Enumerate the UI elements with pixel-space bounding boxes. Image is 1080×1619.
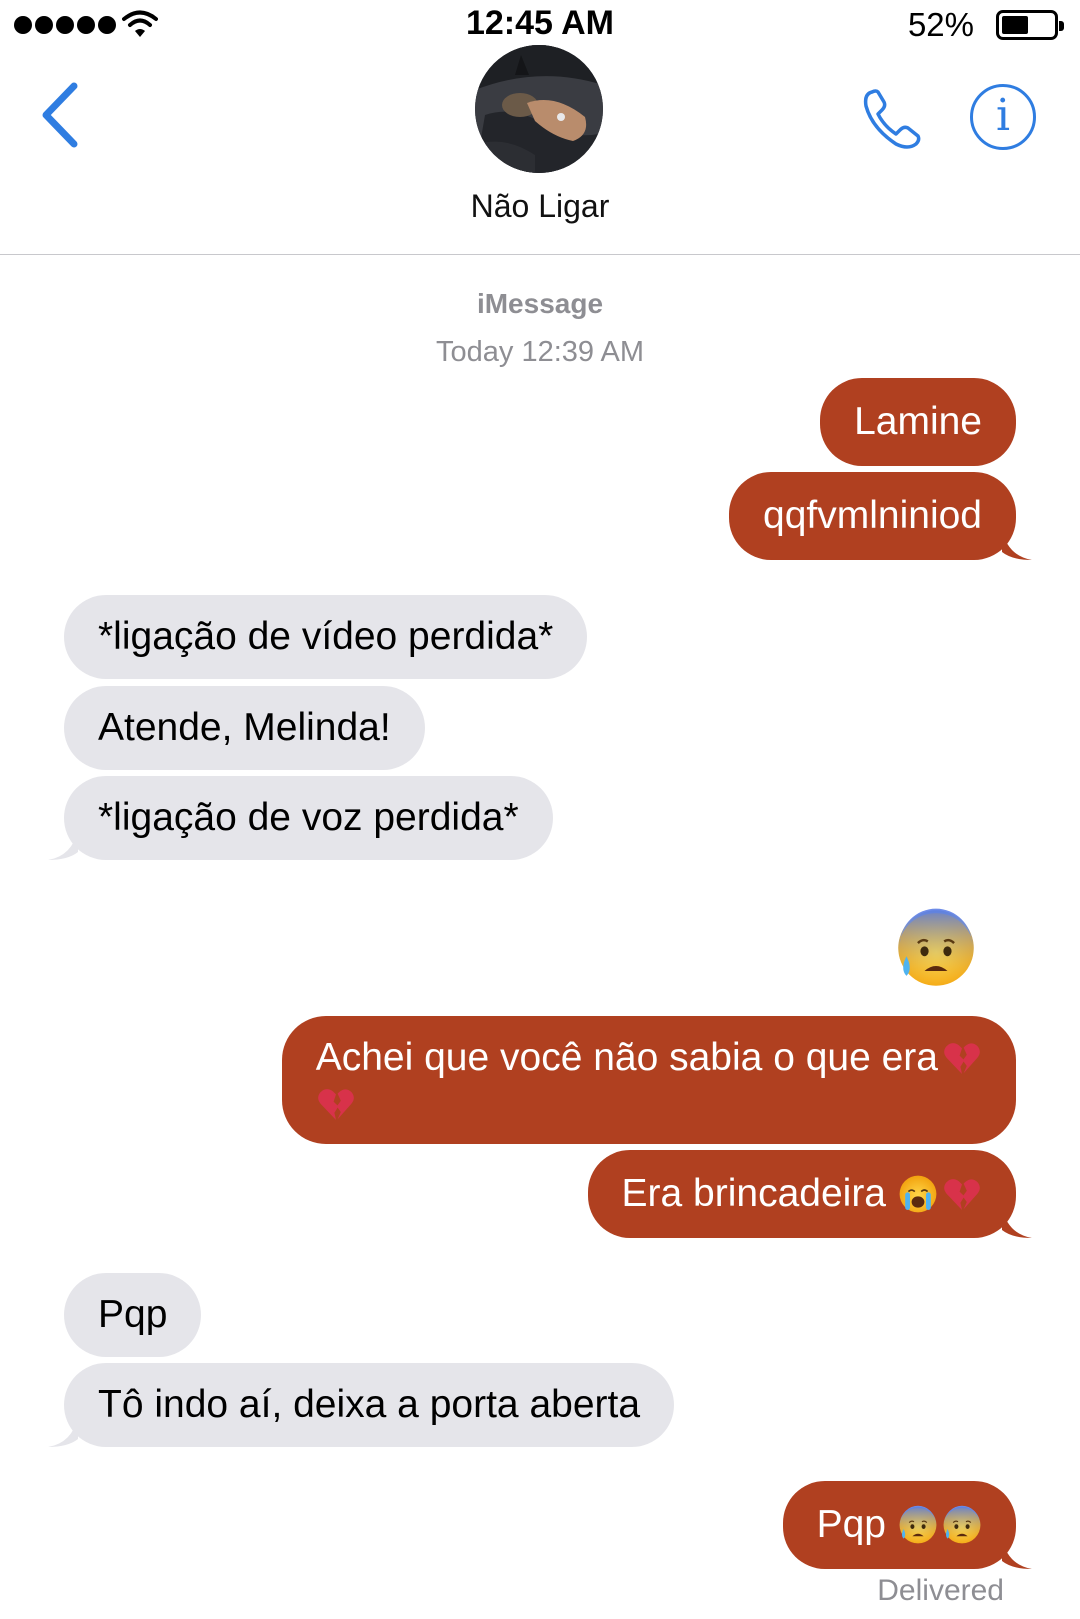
delivery-status: Delivered: [877, 1574, 1004, 1607]
loudly-crying-face-icon: [898, 1174, 938, 1214]
contact-name[interactable]: Não Ligar: [0, 188, 1080, 225]
avatar[interactable]: [475, 45, 603, 173]
message-text: Pqp: [98, 1293, 168, 1336]
message-text: Pqp: [816, 1503, 886, 1546]
anxious-face-with-sweat-icon: [898, 1505, 938, 1545]
info-icon[interactable]: i: [970, 84, 1036, 150]
message-text: Lamine: [854, 400, 982, 443]
broken-heart-icon: [942, 1174, 982, 1214]
bubble-tail: [48, 1417, 78, 1447]
service-label: iMessage: [476, 288, 604, 319]
message-text: Atende, Melinda!: [98, 706, 391, 749]
chevron-left-icon[interactable]: [36, 80, 86, 150]
message-sent[interactable]: Lamine: [820, 378, 1016, 466]
message-received[interactable]: Tô indo aí, deixa a porta aberta: [48, 1363, 675, 1447]
conversation-header: Não Ligar i: [0, 0, 1080, 255]
message-received[interactable]: *ligação de voz perdida*: [48, 776, 553, 860]
message-text: *ligação de vídeo perdida*: [98, 615, 554, 658]
message-text: Achei que você não sabia o que era: [315, 1036, 938, 1079]
bubble-tail: [48, 830, 78, 860]
message-text: *ligação de voz perdida*: [98, 796, 519, 839]
message-received[interactable]: *ligação de vídeo perdida*: [64, 595, 588, 679]
message-received[interactable]: Pqp: [64, 1273, 202, 1357]
anxious-face-with-sweat-icon[interactable]: [895, 907, 977, 989]
bubble-tail: [1002, 1539, 1032, 1569]
message-sent[interactable]: Achei que você não sabia o que era: [281, 1016, 1016, 1144]
avatar-photo: [475, 45, 603, 173]
message-sent[interactable]: qqfvmlniniod: [729, 472, 1032, 560]
message-text: qqfvmlniniod: [763, 494, 982, 537]
broken-heart-icon: [942, 1038, 982, 1078]
bubble-tail: [1002, 1208, 1032, 1238]
broken-heart-icon: [316, 1084, 356, 1124]
message-sent[interactable]: Era brincadeira: [587, 1150, 1032, 1238]
phone-icon[interactable]: [858, 84, 928, 154]
message-received[interactable]: Atende, Melinda!: [64, 686, 425, 770]
message-sent[interactable]: Pqp: [782, 1481, 1032, 1569]
anxious-face-with-sweat-icon: [942, 1505, 982, 1545]
thread-timestamp: Today 12:39 AM: [436, 336, 644, 368]
message-text: Era brincadeira: [621, 1172, 886, 1215]
bubble-tail: [1002, 530, 1032, 560]
message-text: Tô indo aí, deixa a porta aberta: [98, 1383, 641, 1426]
